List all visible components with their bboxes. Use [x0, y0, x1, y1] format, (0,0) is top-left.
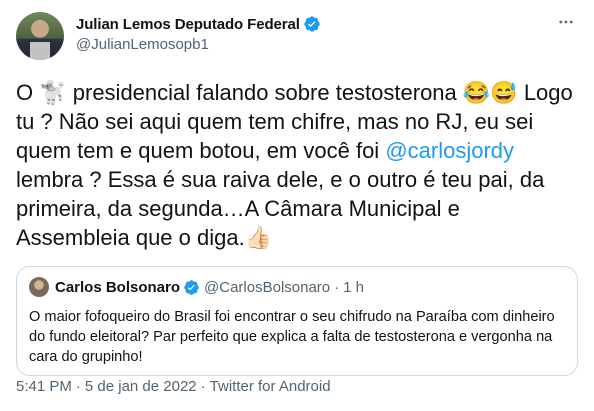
- separator-dot: ·: [75, 378, 81, 395]
- tweet-text-segment: lembra ? Essa é sua raiva dele, e o outr…: [16, 167, 545, 250]
- quoted-avatar: [29, 277, 49, 297]
- tweet-time[interactable]: 5:41 PM: [16, 378, 72, 395]
- separator-dot: ·: [334, 278, 340, 296]
- author-names: Julian Lemos Deputado Federal @JulianLem…: [76, 14, 578, 53]
- quoted-tweet[interactable]: Carlos Bolsonaro @CarlosBolsonaro · 1 h …: [16, 266, 578, 376]
- tweet-text: O 🐩 presidencial falando sobre testoster…: [16, 78, 576, 252]
- poodle-emoji: 🐩: [39, 80, 67, 105]
- quoted-tweet-text: O maior fofoqueiro do Brasil foi encontr…: [29, 309, 555, 365]
- quoted-display-name: Carlos Bolsonaro: [55, 278, 181, 296]
- quoted-timestamp: 1 h: [343, 278, 365, 296]
- mention-link[interactable]: @carlosjordy: [385, 138, 514, 163]
- quoted-tweet-header: Carlos Bolsonaro @CarlosBolsonaro · 1 h: [29, 277, 565, 297]
- tweet-card: Julian Lemos Deputado Federal @JulianLem…: [0, 0, 594, 411]
- author-display-name[interactable]: Julian Lemos Deputado Federal: [76, 16, 300, 33]
- tweet-text-segment: presidencial falando sobre testosterona: [66, 80, 463, 105]
- sweat-smile-emoji: 😅: [490, 80, 518, 105]
- quoted-handle: @CarlosBolsonaro: [204, 278, 331, 296]
- tweet-date[interactable]: 5 de jan de 2022: [85, 378, 197, 395]
- more-options-icon[interactable]: [556, 12, 576, 32]
- tweet-text-segment: O: [16, 80, 40, 105]
- tears-of-joy-emoji: 😂: [462, 80, 491, 105]
- author-handle[interactable]: @JulianLemosopb1: [76, 36, 578, 53]
- avatar[interactable]: [16, 12, 64, 60]
- quoted-verified-badge-icon: [183, 279, 200, 296]
- thumbs-up-emoji: 👍🏻: [244, 225, 273, 250]
- separator-dot: ·: [200, 378, 206, 395]
- tweet-footer: 5:41 PM · 5 de jan de 2022 · Twitter for…: [16, 378, 331, 395]
- tweet-header: Julian Lemos Deputado Federal @JulianLem…: [16, 12, 578, 60]
- display-name-row: Julian Lemos Deputado Federal: [76, 14, 578, 34]
- verified-badge-icon: [303, 15, 321, 33]
- tweet-source: Twitter for Android: [209, 378, 331, 395]
